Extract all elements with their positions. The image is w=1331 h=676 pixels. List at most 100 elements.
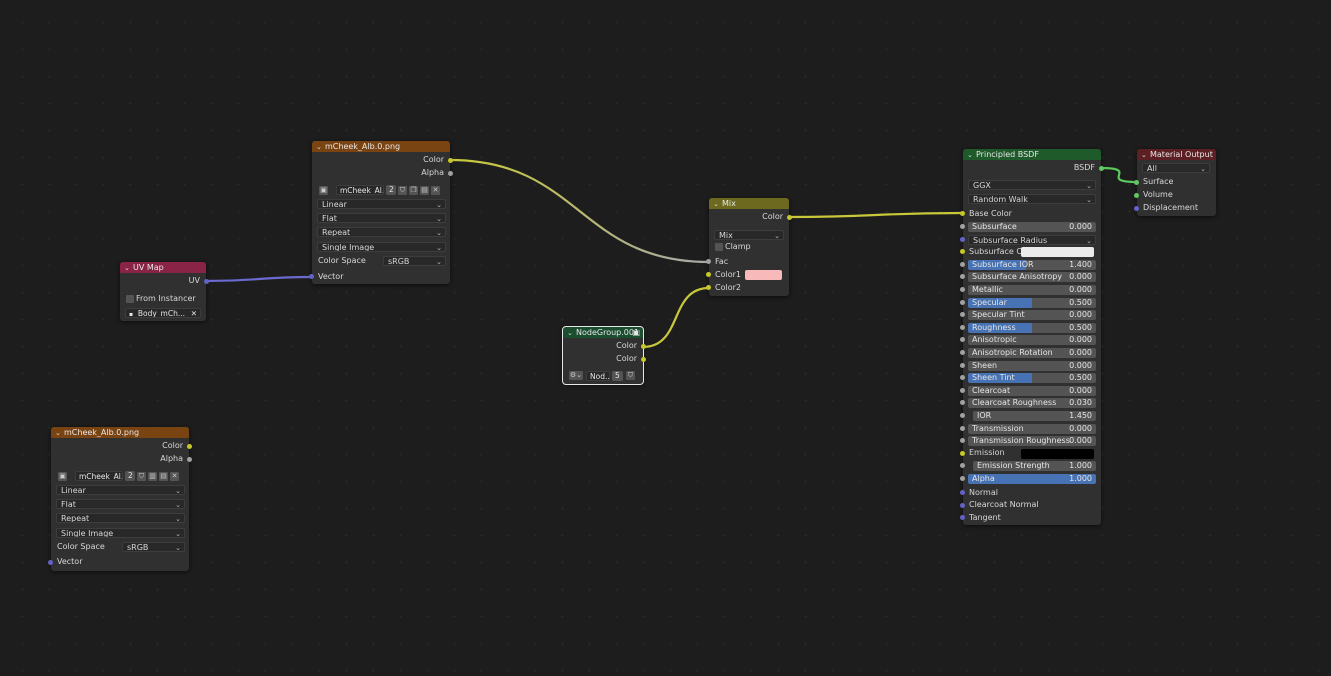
value-slider[interactable]: Specular 0.500	[968, 297, 1096, 308]
image-name-field[interactable]: mCheek_Al...	[75, 471, 123, 481]
socket-alpha-output[interactable]	[448, 170, 453, 176]
node-header[interactable]: ⌄ UV Map	[120, 262, 206, 273]
socket-bsdf-output[interactable]	[1099, 166, 1104, 171]
socket-input[interactable]	[960, 438, 965, 444]
unpack-image-icon[interactable]: ▥	[148, 472, 157, 481]
socket-input[interactable]	[960, 337, 965, 343]
fake-user-shield-icon[interactable]: ⛉	[398, 186, 407, 195]
from-instancer-checkbox[interactable]	[126, 295, 134, 303]
socket-clearcoat-normal-input[interactable]	[960, 503, 965, 508]
socket-base-color-input[interactable]	[960, 211, 965, 216]
close-icon[interactable]: ✕	[431, 186, 440, 195]
node-header[interactable]: ⌄ Mix	[709, 198, 789, 209]
socket-vector-input[interactable]	[48, 560, 53, 565]
mix-node[interactable]: ⌄ Mix Color Mix ⌄ Clamp Fac Color1 Color2	[706, 198, 792, 296]
socket-vector-input[interactable]	[309, 274, 314, 279]
value-slider[interactable]: Roughness 0.500	[968, 322, 1096, 333]
distribution-dropdown[interactable]: GGX ⌄	[968, 180, 1096, 190]
value-slider[interactable]: Metallic 0.000	[968, 285, 1096, 295]
image-browse-icon[interactable]: ▣	[319, 186, 328, 195]
socket-input[interactable]	[960, 362, 965, 368]
clamp-checkbox[interactable]	[715, 243, 723, 251]
principled-bsdf-node[interactable]: ⌄ Principled BSDF BSDF GGX ⌄ Random Walk ⌄ …	[960, 149, 1104, 525]
collapse-chevron-icon[interactable]: ⌄	[567, 328, 576, 338]
value-slider[interactable]: Anisotropic 0.000	[968, 335, 1096, 346]
socket-input[interactable]	[960, 324, 965, 330]
socket-input[interactable]	[960, 463, 965, 469]
color-swatch[interactable]	[1021, 247, 1094, 258]
socket-color-output[interactable]	[187, 444, 192, 449]
target-dropdown[interactable]: All ⌄	[1142, 163, 1210, 173]
value-slider[interactable]: Alpha 1.000	[968, 474, 1096, 484]
interpolation-dropdown[interactable]: Linear ⌄	[56, 485, 185, 495]
socket-tangent-input[interactable]	[960, 515, 965, 520]
node-header[interactable]: ⌄ Material Output	[1137, 149, 1216, 160]
link-uv-to-vector[interactable]	[205, 275, 313, 283]
node-header[interactable]: ⌄ mCheek_Alb.0.png	[312, 141, 450, 152]
value-slider[interactable]: Specular Tint 0.000	[968, 310, 1096, 321]
link-mix-to-basecolor[interactable]	[788, 211, 964, 219]
source-dropdown[interactable]: Single Image ⌄	[317, 242, 446, 252]
new-image-icon[interactable]: ❐	[409, 186, 418, 195]
value-slider[interactable]: Subsurface IOR 1.400	[968, 259, 1096, 270]
projection-dropdown[interactable]: Flat ⌄	[56, 499, 185, 509]
socket-input[interactable]	[960, 450, 965, 456]
open-folder-icon[interactable]: ▤	[420, 186, 429, 195]
color-space-dropdown[interactable]: sRGB ⌄	[383, 256, 446, 266]
fake-user-shield-icon[interactable]: ⛉	[137, 472, 146, 481]
image-texture-node-bottom[interactable]: ⌄ mCheek_Alb.0.png Color Alpha ▣ mCheek_A…	[48, 427, 192, 571]
socket-input[interactable]	[960, 224, 965, 229]
fake-user-shield-icon[interactable]: ⛉	[626, 371, 635, 380]
open-folder-icon[interactable]: ▤	[159, 472, 168, 481]
close-icon[interactable]: ✕	[191, 309, 197, 317]
extension-dropdown[interactable]: Repeat ⌄	[56, 513, 185, 523]
value-slider[interactable]: Sheen Tint 0.500	[968, 373, 1096, 384]
socket-input[interactable]	[960, 312, 965, 318]
value-slider[interactable]: Subsurface Anisotropy 0.000	[968, 272, 1096, 283]
color1-swatch[interactable]	[745, 270, 782, 280]
field-dropdown[interactable]: Subsurface Radius ⌄	[968, 234, 1096, 245]
socket-color-output[interactable]	[641, 356, 646, 362]
node-group-node[interactable]: ⌄ NodeGroup.001 ▣ Color Color ⚙⌄ Nod... 5 …	[562, 326, 646, 385]
socket-color-output[interactable]	[448, 158, 453, 163]
value-slider[interactable]: Clearcoat Roughness 0.030	[968, 398, 1096, 409]
uv-map-node[interactable]: ⌄ UV Map UV From Instancer ▪ Body_mCh... ✕	[120, 262, 209, 321]
socket-input[interactable]	[960, 249, 965, 255]
socket-input[interactable]	[960, 261, 965, 267]
image-texture-node-top[interactable]: ⌄ mCheek_Alb.0.png Color Alpha ▣ mCheek_A…	[309, 141, 453, 284]
socket-input[interactable]	[960, 287, 965, 292]
projection-dropdown[interactable]: Flat ⌄	[317, 213, 446, 223]
socket-input[interactable]	[960, 350, 965, 355]
color-swatch[interactable]	[1021, 448, 1094, 459]
link-bsdf-to-surface[interactable]	[1100, 166, 1138, 184]
socket-alpha-output[interactable]	[187, 456, 192, 462]
user-count[interactable]: 2	[125, 471, 135, 481]
socket-uv-output[interactable]	[204, 279, 209, 284]
node-header[interactable]: ⌄ Principled BSDF	[963, 149, 1101, 160]
socket-color-output[interactable]	[641, 344, 646, 349]
user-count[interactable]: 2	[386, 185, 396, 195]
socket-surface-input[interactable]	[1134, 180, 1139, 185]
collapse-chevron-icon[interactable]: ⌄	[55, 428, 64, 438]
collapse-chevron-icon[interactable]: ⌄	[713, 199, 722, 209]
node-header[interactable]: ⌄ mCheek_Alb.0.png	[51, 427, 189, 438]
socket-displacement-input[interactable]	[1134, 206, 1139, 211]
socket-input[interactable]	[960, 400, 965, 406]
socket-normal-input[interactable]	[960, 490, 965, 495]
socket-color1-input[interactable]	[706, 272, 711, 277]
image-browse-icon[interactable]: ▣	[58, 472, 67, 481]
color-space-dropdown[interactable]: sRGB ⌄	[122, 542, 185, 552]
user-count[interactable]: 5	[612, 371, 623, 381]
collapse-chevron-icon[interactable]: ⌄	[316, 142, 325, 152]
source-dropdown[interactable]: Single Image ⌄	[56, 528, 185, 538]
extension-dropdown[interactable]: Repeat ⌄	[317, 227, 446, 237]
value-slider[interactable]: Emission Strength 1.000	[973, 461, 1096, 472]
value-slider[interactable]: Sheen 0.000	[968, 360, 1096, 371]
link-color-to-fac[interactable]	[449, 158, 710, 264]
value-slider[interactable]: IOR 1.450	[973, 411, 1096, 421]
link-group-to-color2[interactable]	[642, 286, 710, 349]
node-header[interactable]: ⌄ NodeGroup.001 ▣	[563, 327, 643, 338]
image-name-field[interactable]: mCheek_Al...	[336, 185, 384, 195]
collapse-chevron-icon[interactable]: ⌄	[1141, 150, 1150, 160]
node-tree-browse-icon[interactable]: ⚙⌄	[569, 371, 583, 380]
